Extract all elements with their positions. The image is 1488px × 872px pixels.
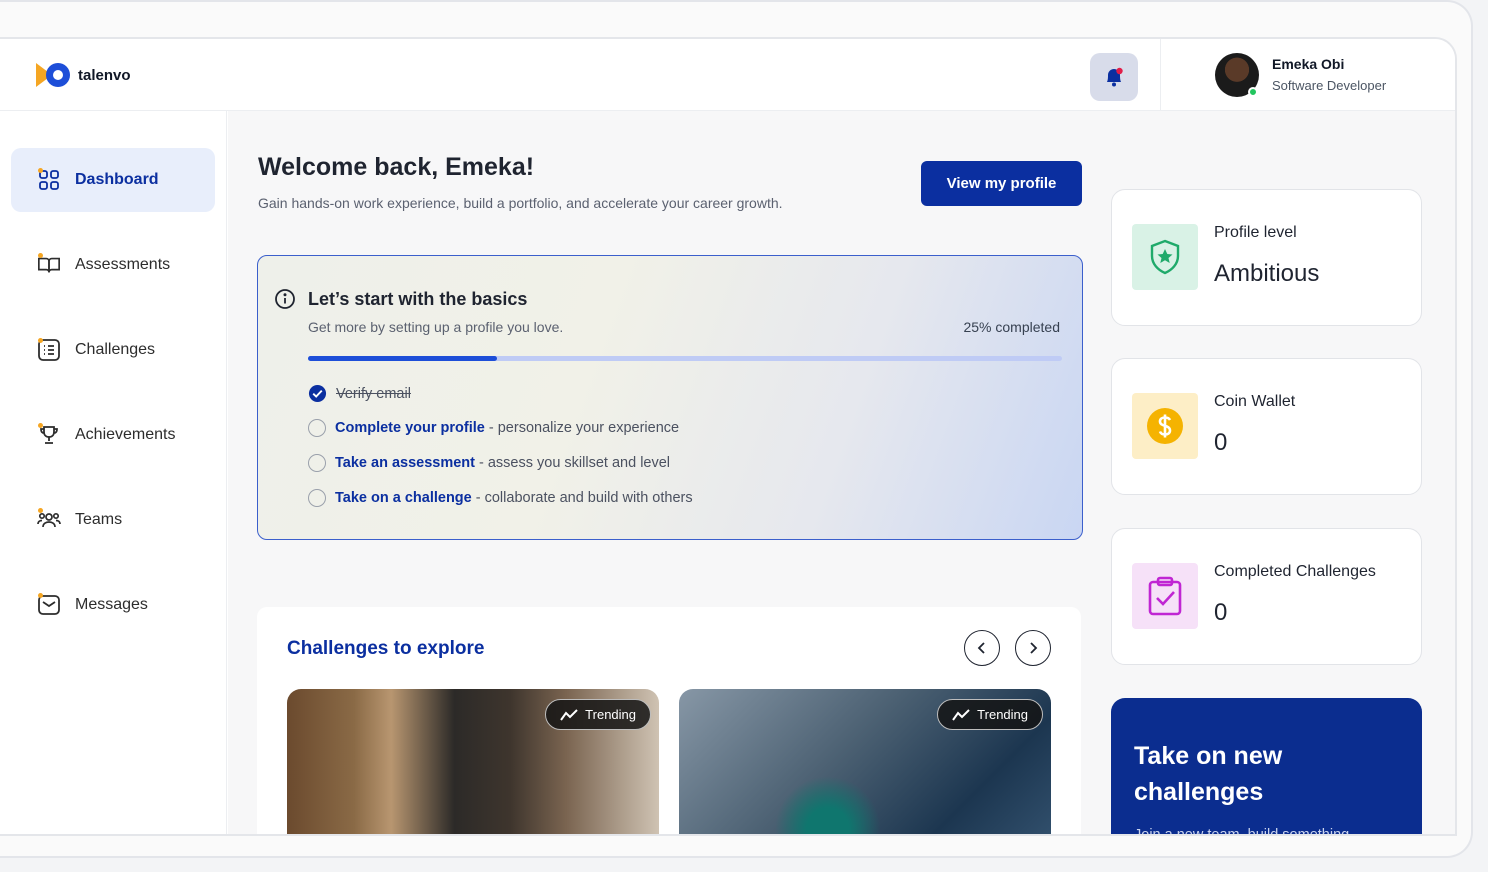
view-profile-button[interactable]: View my profile [921,161,1082,206]
trending-badge: Trending [545,699,651,730]
chevron-left-icon [977,642,985,654]
clipboard-check-icon [1132,563,1198,629]
progress-text: 25% completed [963,319,1060,335]
onboarding-card: Let’s start with the basics Get more by … [257,255,1083,540]
challenge-card[interactable]: Trending [679,689,1051,834]
badge-label: Trending [585,707,636,722]
sidebar-item-label: Teams [75,511,123,528]
check-circle-icon [308,384,327,403]
task-label: - collaborate and build with others [471,490,693,506]
info-icon [275,289,295,309]
sidebar-item-assessments[interactable]: Assessments [11,233,215,297]
user-role: Software Developer [1272,78,1387,93]
user-name: Emeka Obi [1272,56,1345,72]
stat-value: 0 [1214,429,1228,456]
main-content: Welcome back, Emeka! Gain hands-on work … [228,111,1455,836]
promo-title: Take on new challenges [1134,742,1283,806]
page-subtitle: Gain hands-on work experience, build a p… [258,195,783,211]
onboarding-title: Let’s start with the basics [308,289,528,309]
online-status-dot [1248,87,1258,97]
challenge-card[interactable]: Trending [287,689,659,834]
coin-icon [1132,393,1198,459]
mail-icon [37,593,61,617]
sidebar-item-label: Messages [75,596,148,613]
trending-badge: Trending [937,699,1043,730]
task-link[interactable]: Take on a challenge [335,490,472,506]
logo-icon [36,63,70,87]
stat-value: 0 [1214,599,1228,626]
empty-circle-icon [308,454,326,472]
section-title: Challenges to explore [287,638,485,659]
empty-circle-icon [308,419,326,437]
shield-star-icon [1132,224,1198,290]
progress-bar [308,356,1062,361]
task-take-assessment[interactable]: Take an assessment - assess you skillset… [308,454,670,472]
top-bar: talenvo Emeka Obi Software Developer [0,39,1455,111]
bell-icon [1107,67,1123,87]
topbar-divider [1160,39,1161,111]
notification-button[interactable] [1090,53,1138,101]
sidebar-item-challenges[interactable]: Challenges [11,318,215,382]
sidebar-item-label: Challenges [75,341,156,358]
stat-card-profile-level: Profile level Ambitious [1111,189,1422,326]
task-complete-profile[interactable]: Complete your profile - personalize your… [308,419,679,437]
task-verify-email[interactable]: Verify email [308,384,411,403]
chevron-right-icon [1030,642,1038,654]
grid-icon [37,168,61,192]
task-label: Verify email [336,385,411,402]
task-label: - personalize your experience [484,420,680,436]
carousel-prev-button[interactable] [964,630,1000,666]
trending-icon [560,708,578,721]
carousel-next-button[interactable] [1015,630,1051,666]
challenges-section: Challenges to explore Trending Trending [257,607,1081,834]
onboarding-subtitle: Get more by setting up a profile you lov… [308,319,564,335]
stat-card-coin-wallet: Coin Wallet 0 [1111,358,1422,495]
promo-subtitle: Join a new team, build something amazing… [1134,827,1350,836]
sidebar: Dashboard Assessments Challenges Achieve… [0,111,227,834]
stat-label: Coin Wallet [1214,393,1296,410]
trending-icon [952,708,970,721]
promo-card[interactable]: Take on new challenges Join a new team, … [1111,698,1422,836]
sidebar-item-label: Achievements [75,426,176,443]
task-take-challenge[interactable]: Take on a challenge - collaborate and bu… [308,489,693,507]
trophy-icon [37,423,61,447]
app-frame: talenvo Emeka Obi Software Developer Das… [0,37,1457,836]
task-link[interactable]: Complete your profile [335,420,485,436]
sidebar-item-label: Dashboard [75,171,159,188]
stat-card-completed-challenges: Completed Challenges 0 [1111,528,1422,665]
stat-label: Profile level [1214,224,1297,241]
page-title: Welcome back, Emeka! [258,153,535,181]
task-link[interactable]: Take an assessment [335,455,475,471]
progress-fill [308,356,497,361]
sidebar-item-dashboard[interactable]: Dashboard [11,148,215,212]
stat-value: Ambitious [1214,260,1320,287]
users-icon [37,508,61,532]
list-icon [37,338,61,362]
task-label: - assess you skillset and level [474,455,671,471]
stat-label: Completed Challenges [1214,563,1376,580]
brand-name: talenvo [78,66,131,84]
logo[interactable]: talenvo [36,61,131,89]
sidebar-item-achievements[interactable]: Achievements [11,403,215,467]
sidebar-item-label: Assessments [75,256,171,273]
book-icon [37,253,61,277]
sidebar-item-teams[interactable]: Teams [11,488,215,552]
badge-label: Trending [977,707,1028,722]
empty-circle-icon [308,489,326,507]
sidebar-item-messages[interactable]: Messages [11,573,215,637]
